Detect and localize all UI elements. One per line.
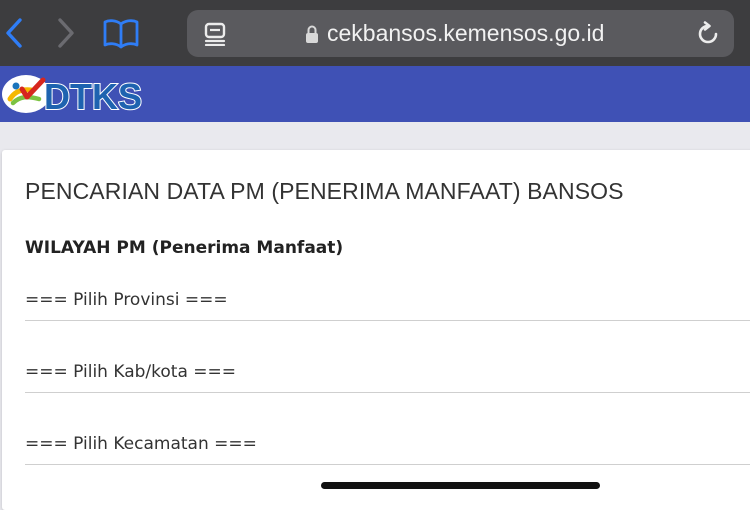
back-button[interactable]: [0, 16, 32, 50]
reload-button[interactable]: [695, 21, 721, 47]
city-select[interactable]: === Pilih Kab/kota ===: [25, 358, 750, 393]
chevron-right-icon: [58, 18, 74, 48]
reader-button[interactable]: [203, 22, 227, 47]
district-select[interactable]: === Pilih Kecamatan ===: [25, 430, 750, 465]
reader-icon: [204, 22, 226, 47]
page-title: PENCARIAN DATA PM (PENERIMA MANFAAT) BAN…: [25, 178, 624, 204]
book-icon: [103, 19, 139, 49]
url-text[interactable]: cekbansos.kemensos.go.id: [327, 20, 604, 46]
city-select-label: === Pilih Kab/kota ===: [25, 362, 237, 382]
address-bar[interactable]: cekbansos.kemensos.go.id: [187, 10, 734, 57]
search-card: PENCARIAN DATA PM (PENERIMA MANFAAT) BAN…: [2, 150, 750, 510]
lock-icon: [305, 24, 319, 44]
browser-toolbar: cekbansos.kemensos.go.id: [0, 0, 750, 66]
chevron-left-icon: [6, 18, 22, 48]
forward-button[interactable]: [50, 16, 82, 50]
district-select-label: === Pilih Kecamatan ===: [25, 434, 257, 454]
site-header: DTKS: [0, 66, 750, 122]
dtks-logo[interactable]: DTKS: [0, 72, 160, 118]
province-select[interactable]: === Pilih Provinsi ===: [25, 286, 750, 321]
bookmarks-button[interactable]: [102, 16, 140, 50]
logo-text: DTKS: [44, 76, 142, 116]
reload-icon: [698, 21, 718, 44]
province-select-label: === Pilih Provinsi ===: [25, 290, 228, 310]
home-indicator[interactable]: [321, 482, 600, 489]
region-section-label: WILAYAH PM (Penerima Manfaat): [25, 238, 344, 258]
